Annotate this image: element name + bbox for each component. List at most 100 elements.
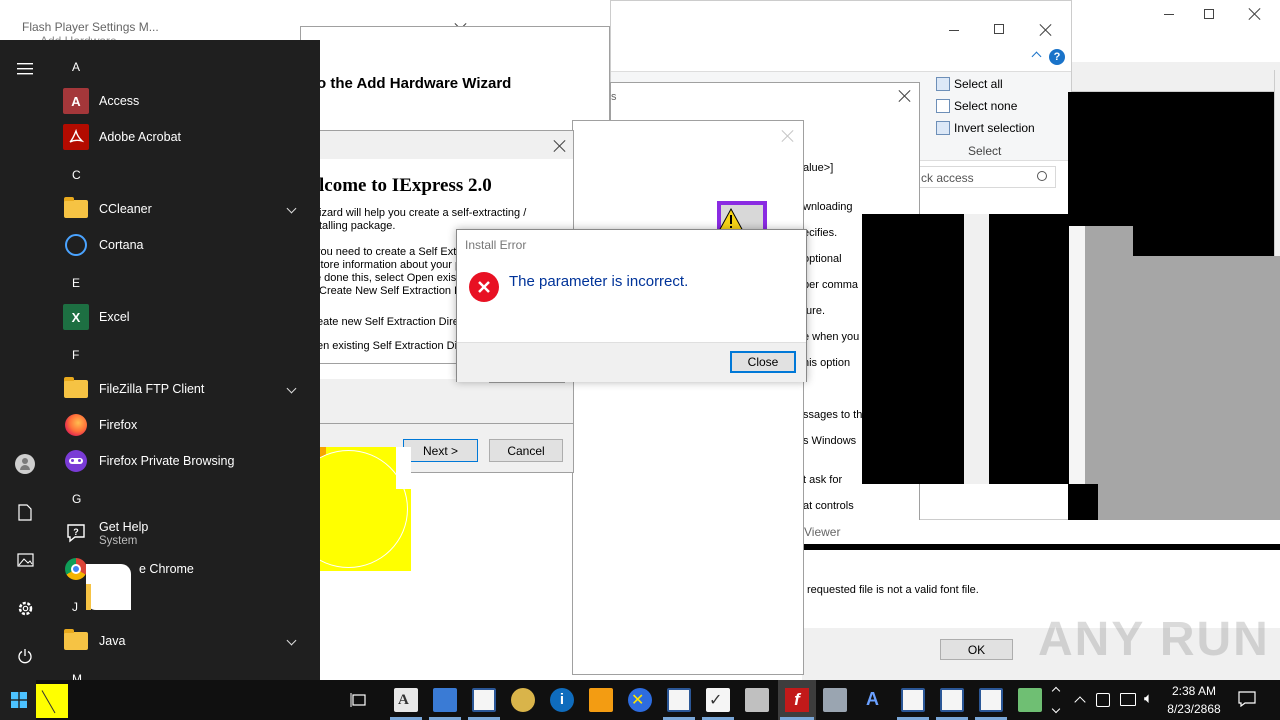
invert-selection-button[interactable]: Invert selection: [936, 120, 1035, 136]
taskbar-app-window3-icon[interactable]: [940, 688, 964, 712]
chevron-down-icon[interactable]: [286, 635, 297, 646]
user-avatar-icon[interactable]: [14, 453, 36, 475]
start-button[interactable]: [0, 680, 36, 720]
taskbar-app-media-icon[interactable]: [589, 688, 613, 712]
font-viewer-ok-button[interactable]: OK: [940, 639, 1013, 660]
app-excel[interactable]: X Excel: [60, 299, 315, 335]
taskbar-app-window4-icon[interactable]: [979, 688, 1003, 712]
app-firefox[interactable]: Firefox: [60, 407, 315, 443]
excel-icon: X: [63, 304, 89, 330]
volume-icon[interactable]: 🔈︎: [1144, 690, 1153, 707]
group-letter-c[interactable]: C: [72, 168, 81, 182]
access-icon: A: [63, 88, 89, 114]
taskbar-app-font-viewer-icon[interactable]: A: [394, 688, 418, 712]
invert-selection-label: Invert selection: [954, 121, 1035, 135]
far-right-bar: [1072, 62, 1280, 92]
group-letter-j[interactable]: J: [72, 600, 78, 614]
taskbar-app-archive-icon[interactable]: [745, 688, 769, 712]
app-filezilla[interactable]: FileZilla FTP Client: [60, 371, 315, 407]
taskbar-app-font-a-icon[interactable]: A: [862, 688, 886, 712]
taskbar-app-iexpress-icon[interactable]: [433, 688, 457, 712]
next-button[interactable]: Next >: [403, 439, 478, 462]
chevron-down-icon[interactable]: [286, 383, 297, 394]
taskbar-app-window-icon[interactable]: [667, 688, 691, 712]
task-view-icon[interactable]: [350, 692, 368, 708]
taskbar-app-settings-icon[interactable]: [511, 688, 535, 712]
taskbar-app-document-icon[interactable]: [472, 688, 496, 712]
acrobat-glyph: [69, 129, 84, 143]
error-x-glyph: [478, 281, 490, 293]
acrobat-icon: [63, 124, 89, 150]
iexpress-para2-line1: you need to create a Self Extra: [315, 246, 467, 258]
collapse-ribbon-icon[interactable]: [1031, 51, 1042, 62]
cancel-button[interactable]: Cancel: [489, 439, 563, 462]
app-firefox-private[interactable]: Firefox Private Browsing: [60, 443, 315, 479]
host-close-icon[interactable]: [781, 129, 795, 143]
app-access[interactable]: A Access: [60, 83, 315, 119]
search-box-artifact[interactable]: [36, 684, 68, 718]
power-icon[interactable]: [14, 645, 36, 667]
settings-gear-icon[interactable]: [14, 597, 36, 619]
taskbar-app-clipboard-icon[interactable]: [823, 688, 847, 712]
avatar: [15, 454, 35, 474]
flash-icon: f: [785, 688, 809, 712]
network-icon[interactable]: [1120, 693, 1136, 706]
pictures-icon[interactable]: [14, 549, 36, 571]
hamburger-icon[interactable]: [14, 58, 36, 80]
taskbar-app-info-icon[interactable]: i: [550, 688, 574, 712]
cortana-icon: [63, 232, 89, 258]
white-strip: [396, 447, 411, 489]
group-letter-g[interactable]: G: [72, 492, 81, 506]
search-icon: [1037, 171, 1047, 181]
app-cortana[interactable]: Cortana: [60, 227, 315, 263]
taskbar-app-x-icon[interactable]: ✕: [628, 688, 652, 712]
notification-glyph: [1238, 691, 1256, 708]
iexpress-para2-line4: Create New Self Extraction Di: [319, 285, 465, 297]
render-artifact: [964, 214, 989, 484]
far-right-minimize-icon[interactable]: [1164, 14, 1174, 15]
taskbar-scroll[interactable]: [1050, 682, 1064, 718]
explorer-maximize-icon[interactable]: [994, 24, 1004, 34]
quick-access-search[interactable]: ck access: [918, 166, 1056, 188]
app-java[interactable]: Java: [60, 623, 315, 659]
help-icon[interactable]: ?: [1049, 49, 1065, 65]
tray-device-icon[interactable]: [1096, 693, 1110, 707]
clock-time[interactable]: 2:38 AM: [1154, 684, 1234, 698]
taskbar-app-flash-active[interactable]: f: [778, 680, 816, 720]
far-right-close-icon[interactable]: [1248, 7, 1262, 21]
group-letter-e[interactable]: E: [72, 276, 80, 290]
close-button[interactable]: Close: [730, 351, 796, 373]
app-adobe-acrobat[interactable]: Adobe Acrobat: [60, 119, 315, 155]
iexpress-radio-create[interactable]: eate new Self Extraction Direc: [317, 316, 464, 328]
clock-date[interactable]: 8/23/2868: [1154, 702, 1234, 716]
app-get-help[interactable]: ? Get Help System: [60, 515, 315, 551]
taskbar-app-checklist-icon[interactable]: ✓: [706, 688, 730, 712]
group-letter-m[interactable]: M: [72, 672, 82, 680]
tray-overflow-chevron-up-icon[interactable]: [1074, 696, 1086, 708]
quick-access-placeholder: ck access: [921, 171, 974, 185]
group-letter-f[interactable]: F: [72, 348, 79, 362]
chevron-down-icon[interactable]: [286, 203, 297, 214]
app-firefox-private-label: Firefox Private Browsing: [99, 454, 235, 468]
picture-glyph: [16, 553, 34, 567]
folder-icon: [63, 628, 89, 654]
notifications-icon[interactable]: [1238, 691, 1256, 708]
firefox-icon: [63, 412, 89, 438]
select-none-button[interactable]: Select none: [936, 98, 1017, 114]
gear-glyph: [18, 601, 32, 615]
far-right-restore-icon[interactable]: [1204, 9, 1214, 19]
iexpress-close-icon[interactable]: [553, 139, 567, 153]
explorer-close-icon[interactable]: [1039, 23, 1053, 37]
taskbar-app-package-icon[interactable]: [1018, 688, 1042, 712]
explorer-minimize-icon[interactable]: [949, 30, 959, 31]
group-letter-a[interactable]: A: [72, 60, 80, 74]
app-ccleaner[interactable]: CCleaner: [60, 191, 315, 227]
option-line: wnloading: [803, 201, 853, 213]
app-filezilla-label: FileZilla FTP Client: [99, 382, 205, 396]
taskbar-app-window2-icon[interactable]: [901, 688, 925, 712]
iexpress-radio-open[interactable]: en existing Self Extraction Dir: [317, 340, 461, 352]
documents-icon[interactable]: [14, 501, 36, 523]
select-all-icon: [936, 77, 950, 91]
options-close-icon[interactable]: [898, 89, 912, 103]
select-all-button[interactable]: Select all: [936, 76, 1003, 92]
